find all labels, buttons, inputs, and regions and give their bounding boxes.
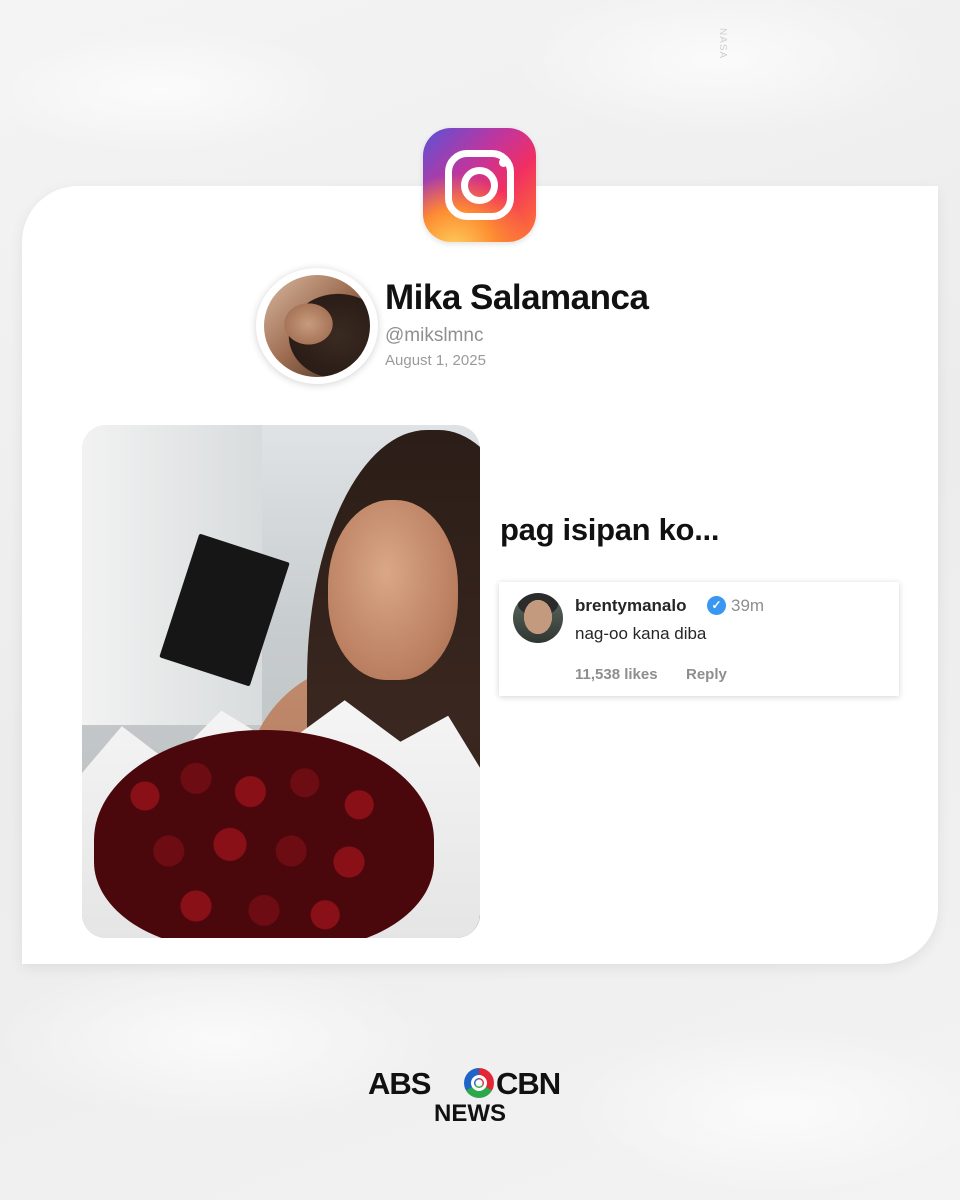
- brand-news: NEWS: [434, 1100, 506, 1127]
- profile-handle[interactable]: @mikslmnc: [385, 325, 483, 347]
- commenter-avatar[interactable]: [513, 593, 563, 643]
- post-photo[interactable]: [82, 425, 480, 938]
- comment-text: nag-oo kana diba: [575, 624, 707, 643]
- comment-likes[interactable]: 11,538 likes: [575, 666, 658, 683]
- profile-avatar[interactable]: [256, 268, 378, 384]
- profile-avatar-image: [264, 275, 370, 377]
- post-date: August 1, 2025: [385, 352, 486, 369]
- brand-abs: ABS: [368, 1066, 431, 1101]
- verified-badge-icon: ✓: [707, 596, 726, 615]
- post-caption: pag isipan ko...: [500, 512, 720, 547]
- commenter-username[interactable]: brentymanalo: [575, 596, 686, 616]
- comment-time: 39m: [731, 596, 765, 615]
- profile-name[interactable]: Mika Salamanca: [385, 278, 649, 318]
- reply-button[interactable]: Reply: [686, 666, 727, 683]
- watermark-text: NASA: [717, 28, 728, 60]
- brand-cbn: CBN: [496, 1066, 561, 1101]
- photo-roses: [94, 730, 434, 938]
- instagram-lens: [461, 167, 498, 204]
- instagram-dot: [499, 158, 508, 167]
- photo-face: [328, 500, 458, 680]
- abs-cbn-news-logo: ABS CBN NEWS: [368, 1066, 592, 1130]
- abs-cbn-ring-icon: [464, 1068, 494, 1098]
- comment-card: brentymanalo ✓ 39m nag-oo kana diba 11,5…: [499, 582, 899, 696]
- instagram-icon: [423, 128, 536, 242]
